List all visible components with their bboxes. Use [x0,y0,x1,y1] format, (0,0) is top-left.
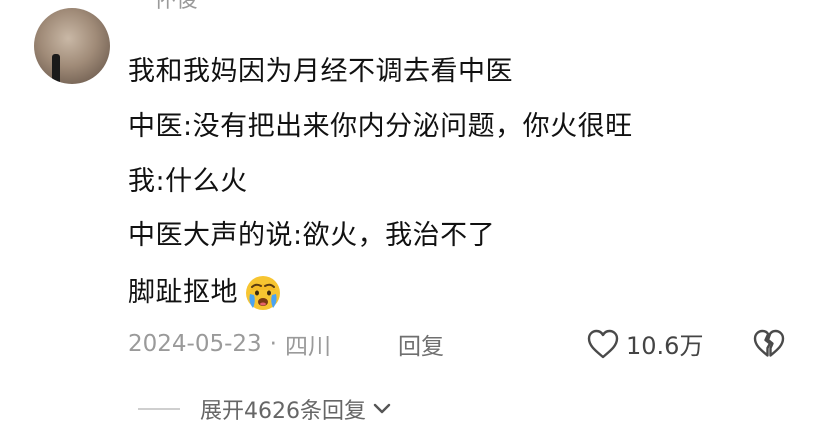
expand-replies-button[interactable]: 展开4626条回复 [138,393,392,425]
like-count: 10.6万 [626,332,704,360]
heart-outline-icon [587,329,619,358]
comment-date: 2024-05-23 [128,331,262,357]
comment-line-5: 脚趾抠地 [128,274,282,312]
comment-meta: 2024-05-23 · 四川 [128,327,331,361]
chevron-down-icon [373,403,391,414]
like-button[interactable]: 10.6万 [586,326,703,361]
dislike-button[interactable] [752,328,786,360]
comment-line-5-text: 脚趾抠地 [128,277,238,308]
crying-face-emoji-icon [244,274,282,312]
meta-separator: · [269,331,277,357]
avatar[interactable] [34,8,110,84]
comment-line-2: 中医:没有把出来你内分泌问题，你火很旺 [128,111,633,142]
comment-line-4: 中医大声的说:欲火，我治不了 [128,220,496,251]
reply-button[interactable]: 回复 [398,327,444,361]
divider-dash [138,408,180,410]
username[interactable]: 怀俊 [154,0,198,22]
expand-replies-label: 展开4626条回复 [200,399,366,424]
comment-line-1: 我和我妈因为月经不调去看中医 [128,56,513,87]
comment-line-3: 我:什么火 [128,166,248,197]
comment-location: 四川 [284,334,331,360]
broken-heart-icon [753,329,785,357]
